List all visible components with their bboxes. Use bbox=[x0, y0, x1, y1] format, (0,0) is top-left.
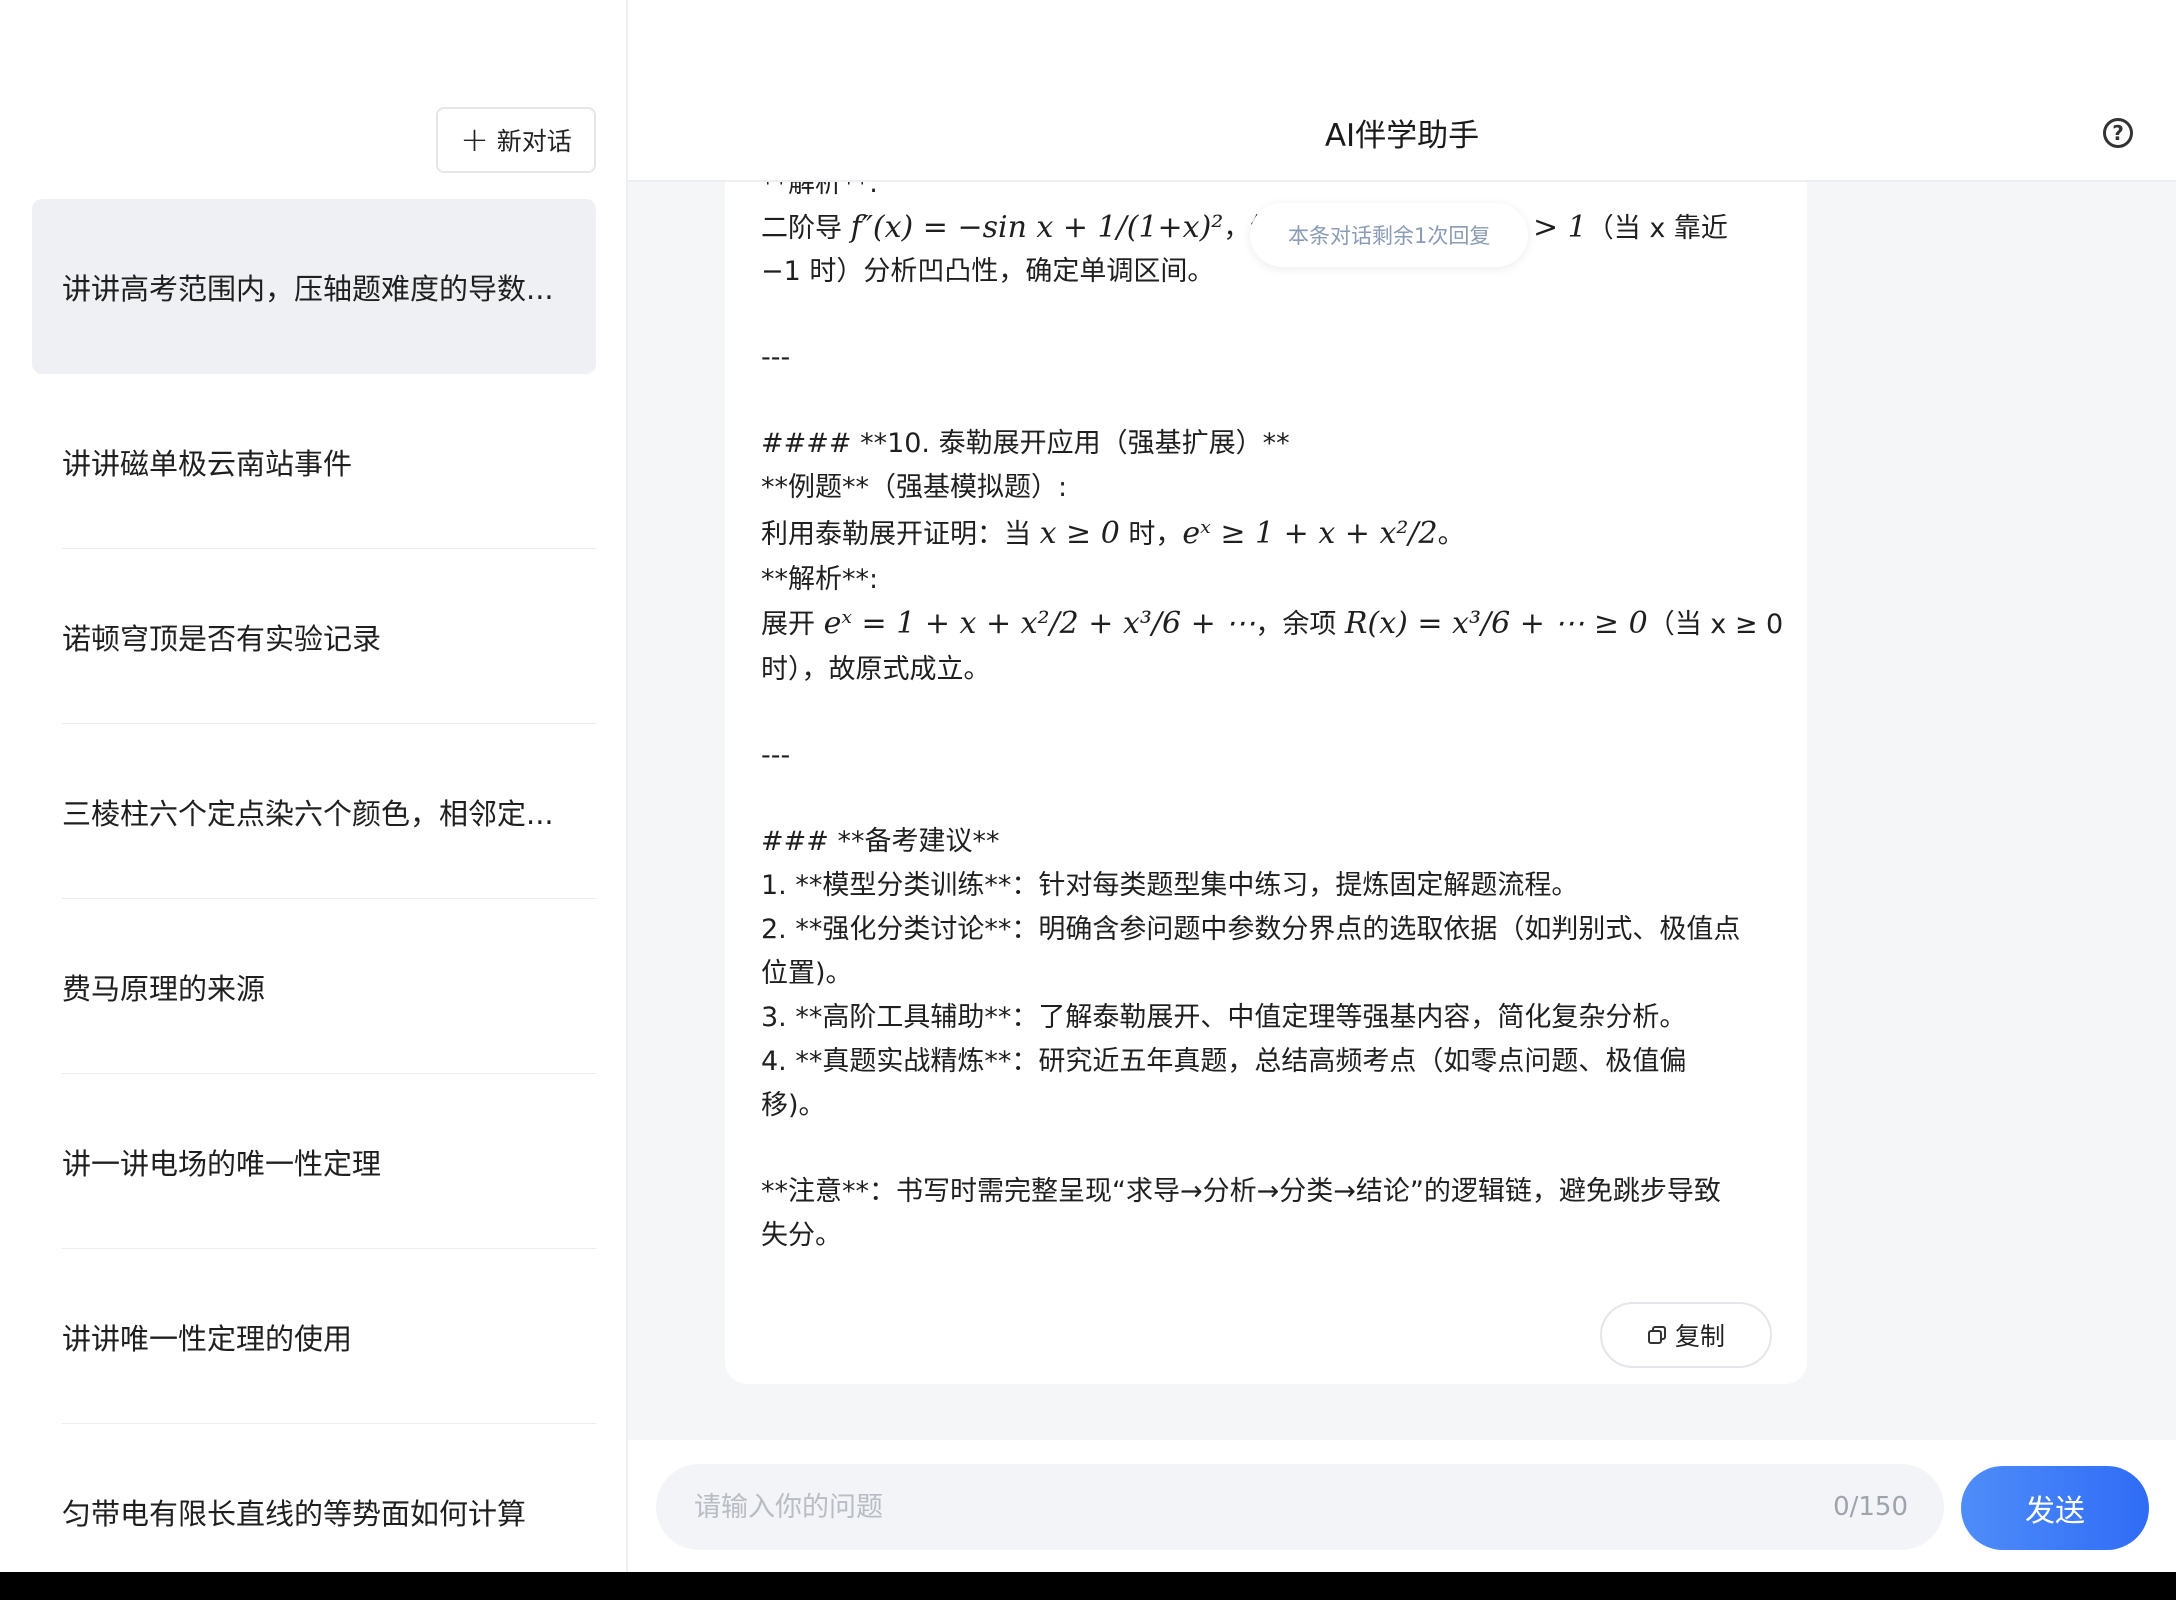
assistant-message: **解析**: 二阶导 f″(x) = −sin x + 1/(1+x)²，结 … bbox=[725, 182, 1807, 1384]
new-chat-button[interactable]: + 新对话 bbox=[436, 107, 596, 173]
message-line: −1 时）分析凹凸性，确定单调区间。 bbox=[761, 256, 1215, 287]
conversation-title: 匀带电有限长直线的等势面如何计算 bbox=[62, 1496, 527, 1531]
conversation-item[interactable]: 讲讲磁单极云南站事件 bbox=[32, 374, 596, 549]
math-formula: f″(x) = −sin x + 1/(1+x)² bbox=[850, 210, 1224, 245]
question-input[interactable] bbox=[692, 1490, 1834, 1524]
separator: --- bbox=[761, 342, 791, 373]
header: AI伴学助手 ? bbox=[628, 0, 2176, 182]
help-icon[interactable]: ? bbox=[2103, 118, 2133, 148]
note-line: **注意**：书写时需完整呈现“求导→分析→分类→结论”的逻辑链，避免跳步导致 bbox=[761, 1176, 1721, 1207]
conversation-title: 三棱柱六个定点染六个颜色，相邻定... bbox=[62, 796, 554, 831]
copy-label: 复制 bbox=[1674, 1322, 1725, 1351]
message-line: 时），故原式成立。 bbox=[761, 654, 991, 685]
send-button[interactable]: 发送 bbox=[1961, 1466, 2149, 1550]
conversation-title: 诺顿穹顶是否有实验记录 bbox=[62, 621, 382, 656]
chat-area[interactable]: **解析**: 二阶导 f″(x) = −sin x + 1/(1+x)²，结 … bbox=[628, 182, 2176, 1440]
copy-button[interactable]: 复制 bbox=[1600, 1302, 1772, 1368]
suggestion-item: 3. **高阶工具辅助**：了解泰勒展开、中值定理等强基内容，简化复杂分析。 bbox=[761, 1002, 1687, 1033]
page-title: AI伴学助手 bbox=[1324, 118, 1480, 154]
text-span: （当 x 靠近 bbox=[1586, 213, 1728, 244]
conversation-item[interactable]: 讲一讲电场的唯一性定理 bbox=[32, 1074, 596, 1249]
conversation-item[interactable]: 讲讲唯一性定理的使用 bbox=[32, 1249, 596, 1424]
math-formula: x ≥ 0 bbox=[1039, 516, 1120, 551]
section-heading: #### **10. 泰勒展开应用（强基扩展）** bbox=[761, 428, 1290, 459]
conversation-title: 讲讲高考范围内，压轴题难度的导数... bbox=[62, 271, 554, 306]
conversation-list: 讲讲高考范围内，压轴题难度的导数... 讲讲磁单极云南站事件 诺顿穹顶是否有实验… bbox=[32, 199, 596, 1572]
text-span: ，余项 bbox=[1255, 609, 1345, 640]
text-span: 。 bbox=[1437, 519, 1465, 550]
math-formula: eˣ = 1 + x + x²/2 + x³/6 + ⋯ bbox=[823, 606, 1256, 641]
message-line: 二阶导 f″(x) = −sin x + 1/(1+x)²，结 bbox=[761, 206, 1277, 251]
conversation-title: 讲讲唯一性定理的使用 bbox=[62, 1321, 353, 1356]
message-line: **例题**（强基模拟题）: bbox=[761, 472, 1068, 503]
suggestion-item: 移)。 bbox=[761, 1090, 826, 1121]
message-line: **解析**: bbox=[761, 564, 879, 595]
message-line: **解析**: bbox=[761, 182, 879, 199]
suggestion-item: 1. **模型分类训练**：针对每类题型集中练习，提炼固定解题流程。 bbox=[761, 870, 1579, 901]
message-line: 展开 eˣ = 1 + x + x²/2 + x³/6 + ⋯，余项 R(x) … bbox=[761, 602, 1783, 647]
char-counter: 0/150 bbox=[1833, 1492, 1908, 1522]
text-span: 展开 bbox=[761, 609, 824, 640]
suggestion-item: 2. **强化分类讨论**：明确含参问题中参数分界点的选取依据（如判别式、极值点 bbox=[761, 914, 1741, 945]
section-heading: ### **备考建议** bbox=[761, 826, 1000, 857]
math-formula: eˣ ≥ 1 + x + x²/2 bbox=[1182, 516, 1438, 551]
new-chat-label: 新对话 bbox=[496, 127, 572, 156]
conversation-item[interactable]: 诺顿穹顶是否有实验记录 bbox=[32, 549, 596, 724]
conversation-title: 费马原理的来源 bbox=[62, 971, 266, 1006]
message-line: > 1（当 x 靠近 bbox=[1533, 206, 1728, 251]
sidebar: + 新对话 讲讲高考范围内，压轴题难度的导数... 讲讲磁单极云南站事件 诺顿穹… bbox=[0, 0, 628, 1572]
text-span: 利用泰勒展开证明：当 bbox=[761, 519, 1040, 550]
copy-icon bbox=[1647, 1326, 1666, 1344]
question-input-box: 0/150 bbox=[656, 1464, 1944, 1550]
conversation-item[interactable]: 三棱柱六个定点染六个颜色，相邻定... bbox=[32, 724, 596, 899]
suggestion-item: 位置)。 bbox=[761, 958, 853, 989]
suggestion-item: 4. **真题实战精炼**：研究近五年真题，总结高频考点（如零点问题、极值偏 bbox=[761, 1046, 1687, 1077]
text-span: （当 x ≥ 0 bbox=[1647, 609, 1784, 640]
message-line: 利用泰勒展开证明：当 x ≥ 0 时，eˣ ≥ 1 + x + x²/2。 bbox=[761, 512, 1465, 557]
conversation-title: 讲一讲电场的唯一性定理 bbox=[62, 1146, 382, 1181]
conversation-item[interactable]: 匀带电有限长直线的等势面如何计算 bbox=[32, 1424, 596, 1572]
text-span: 二阶导 bbox=[761, 213, 851, 244]
conversation-item[interactable]: 费马原理的来源 bbox=[32, 899, 596, 1074]
text-span: 时， bbox=[1119, 519, 1183, 550]
separator: --- bbox=[761, 740, 791, 771]
math-formula: R(x) = x³/6 + ⋯ ≥ 0 bbox=[1344, 606, 1648, 641]
note-line: 失分。 bbox=[761, 1220, 842, 1251]
conversation-title: 讲讲磁单极云南站事件 bbox=[62, 446, 353, 481]
app-window: + 新对话 讲讲高考范围内，压轴题难度的导数... 讲讲磁单极云南站事件 诺顿穹… bbox=[0, 0, 2176, 1572]
input-bar: 0/150 发送 bbox=[628, 1440, 2176, 1572]
conversation-item[interactable]: 讲讲高考范围内，压轴题难度的导数... bbox=[32, 199, 596, 374]
remaining-replies-badge: 本条对话剩余1次回复 bbox=[1250, 203, 1529, 267]
plus-icon: + bbox=[460, 120, 489, 160]
math-formula: > 1 bbox=[1533, 210, 1587, 245]
